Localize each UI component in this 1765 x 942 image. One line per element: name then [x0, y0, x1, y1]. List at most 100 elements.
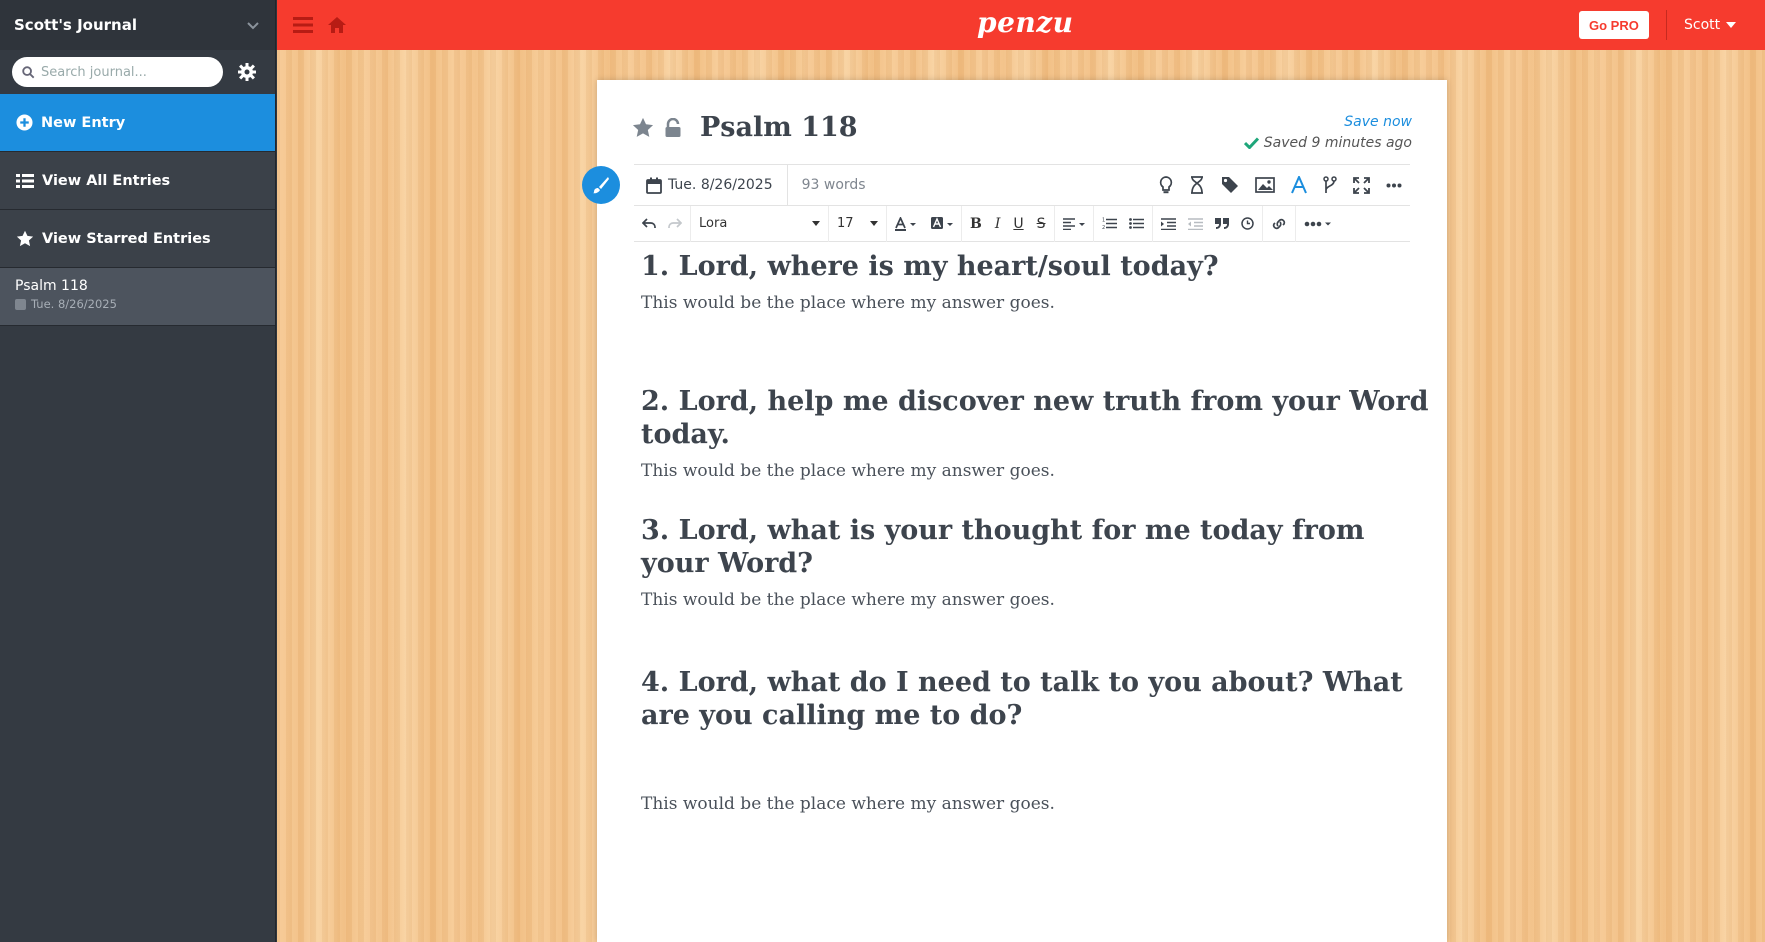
- caret-down-icon: [812, 221, 820, 226]
- journal-page: Psalm 118 Save now Saved 9 minutes ago T…: [582, 80, 1447, 942]
- history-group: [634, 205, 691, 242]
- question-3: 3. Lord, what is your thought for me tod…: [641, 515, 1365, 579]
- plus-circle-icon: [16, 114, 33, 131]
- background-color-icon[interactable]: [931, 216, 953, 231]
- home-icon[interactable]: [327, 16, 347, 34]
- gear-icon[interactable]: [237, 62, 257, 82]
- bold-button[interactable]: B: [970, 216, 982, 232]
- link-icon[interactable]: [1271, 217, 1287, 231]
- entry-date: Tue. 8/26/2025: [31, 297, 117, 311]
- align-left-icon[interactable]: [1062, 217, 1085, 230]
- fullscreen-icon[interactable]: [1353, 176, 1370, 194]
- font-family-value: Lora: [699, 216, 728, 231]
- list-group: 12: [1094, 205, 1153, 242]
- checkmark-icon: [1243, 137, 1259, 149]
- ordered-list-icon[interactable]: 12: [1102, 217, 1117, 230]
- entry-content[interactable]: 1. Lord, where is my heart/soul today? T…: [641, 250, 1431, 814]
- saved-status-text: Saved 9 minutes ago: [1263, 135, 1412, 151]
- user-menu[interactable]: Scott: [1684, 0, 1737, 50]
- unlocked-padlock-icon[interactable]: [664, 117, 682, 138]
- font-family-select[interactable]: Lora: [691, 205, 829, 242]
- journal-title: Scott's Journal: [14, 16, 137, 34]
- answer-1: This would be the place where my answer …: [641, 293, 1055, 313]
- view-all-entries-button[interactable]: View All Entries: [0, 152, 275, 210]
- question-4: 4. Lord, what do I need to talk to you a…: [641, 667, 1403, 731]
- branch-icon[interactable]: [1323, 176, 1337, 194]
- question-1: 1. Lord, where is my heart/soul today?: [641, 251, 1219, 282]
- calendar-icon: [646, 177, 662, 194]
- star-icon: [16, 230, 34, 247]
- lightbulb-icon[interactable]: [1159, 176, 1173, 194]
- more-options-icon[interactable]: [1386, 183, 1402, 188]
- view-starred-entries-button[interactable]: View Starred Entries: [0, 210, 275, 268]
- svg-text:1: 1: [1102, 218, 1105, 224]
- blockquote-icon[interactable]: [1214, 218, 1229, 229]
- more-format-group: [1296, 206, 1340, 242]
- search-input[interactable]: [41, 64, 211, 80]
- search-row: [0, 50, 275, 94]
- answer-3: This would be the place where my answer …: [641, 590, 1055, 610]
- search-box[interactable]: [12, 57, 223, 87]
- go-pro-button[interactable]: Go PRO: [1579, 11, 1649, 39]
- underline-button[interactable]: U: [1013, 216, 1023, 232]
- image-icon[interactable]: [1255, 177, 1275, 193]
- saved-status: Saved 9 minutes ago: [1243, 135, 1412, 151]
- entry-date-value: Tue. 8/26/2025: [668, 177, 773, 193]
- entry-title: Psalm 118: [15, 278, 88, 294]
- entry-color-swatch: [15, 298, 26, 310]
- undo-icon[interactable]: [642, 218, 656, 229]
- star-icon[interactable]: [632, 117, 654, 138]
- journal-switcher[interactable]: Scott's Journal: [0, 0, 275, 50]
- more-format-icon[interactable]: [1304, 221, 1332, 227]
- theme-brush-button[interactable]: [582, 166, 620, 204]
- indent-icon[interactable]: [1160, 217, 1176, 230]
- entry-date-row: Tue. 8/26/2025: [15, 297, 260, 311]
- font-size-value: 17: [837, 216, 854, 231]
- color-group: [887, 205, 962, 242]
- entry-toolbar: Tue. 8/26/2025 93 words: [634, 164, 1410, 206]
- search-icon: [22, 65, 35, 78]
- view-all-label: View All Entries: [42, 172, 171, 189]
- outdent-icon[interactable]: [1187, 217, 1203, 230]
- user-name: Scott: [1684, 17, 1721, 33]
- sidebar: Scott's Journal New Entry View All Entri…: [0, 0, 276, 942]
- entry-list-item[interactable]: Psalm 118 Tue. 8/26/2025: [0, 268, 275, 326]
- title-row: Psalm 118: [632, 112, 858, 143]
- answer-4: This would be the place where my answer …: [641, 794, 1055, 814]
- entry-tools: [1159, 176, 1410, 194]
- align-group: [1055, 205, 1094, 242]
- hourglass-icon[interactable]: [1189, 176, 1205, 194]
- save-now-link[interactable]: Save now: [1344, 114, 1412, 130]
- strikethrough-button[interactable]: S: [1037, 216, 1046, 232]
- list-icon: [16, 173, 34, 188]
- italic-button[interactable]: I: [995, 216, 1001, 232]
- view-starred-label: View Starred Entries: [42, 230, 211, 247]
- answer-2: This would be the place where my answer …: [641, 461, 1055, 481]
- tag-icon[interactable]: [1221, 176, 1239, 194]
- question-2: 2. Lord, help me discover new truth from…: [641, 386, 1429, 450]
- bullet-list-icon[interactable]: [1128, 217, 1144, 230]
- new-entry-label: New Entry: [41, 114, 126, 131]
- entry-title-heading[interactable]: Psalm 118: [700, 112, 858, 143]
- link-group: [1263, 205, 1296, 242]
- caret-down-icon: [1726, 22, 1737, 28]
- hamburger-menu-icon[interactable]: [293, 16, 313, 34]
- font-size-select[interactable]: 17: [829, 205, 887, 242]
- new-entry-button[interactable]: New Entry: [0, 94, 275, 152]
- caret-down-icon: [870, 221, 878, 226]
- penzu-logo[interactable]: penzu: [977, 6, 1074, 39]
- word-count: 93 words: [801, 177, 866, 193]
- redo-icon[interactable]: [668, 218, 682, 229]
- text-style-group: B I U S: [962, 205, 1055, 242]
- formatting-toolbar: Lora 17 B I U S 12: [634, 205, 1410, 242]
- clock-icon[interactable]: [1240, 217, 1254, 230]
- paintbrush-icon: [593, 177, 609, 194]
- top-bar: penzu Go PRO Scott: [277, 0, 1765, 50]
- entry-date-picker[interactable]: Tue. 8/26/2025: [634, 165, 788, 205]
- font-style-icon[interactable]: [1291, 176, 1307, 194]
- svg-text:2: 2: [1102, 225, 1105, 230]
- indent-group: [1153, 205, 1263, 242]
- chevron-down-icon[interactable]: [245, 17, 261, 33]
- text-color-icon[interactable]: [895, 216, 917, 231]
- topbar-divider: [1666, 10, 1667, 40]
